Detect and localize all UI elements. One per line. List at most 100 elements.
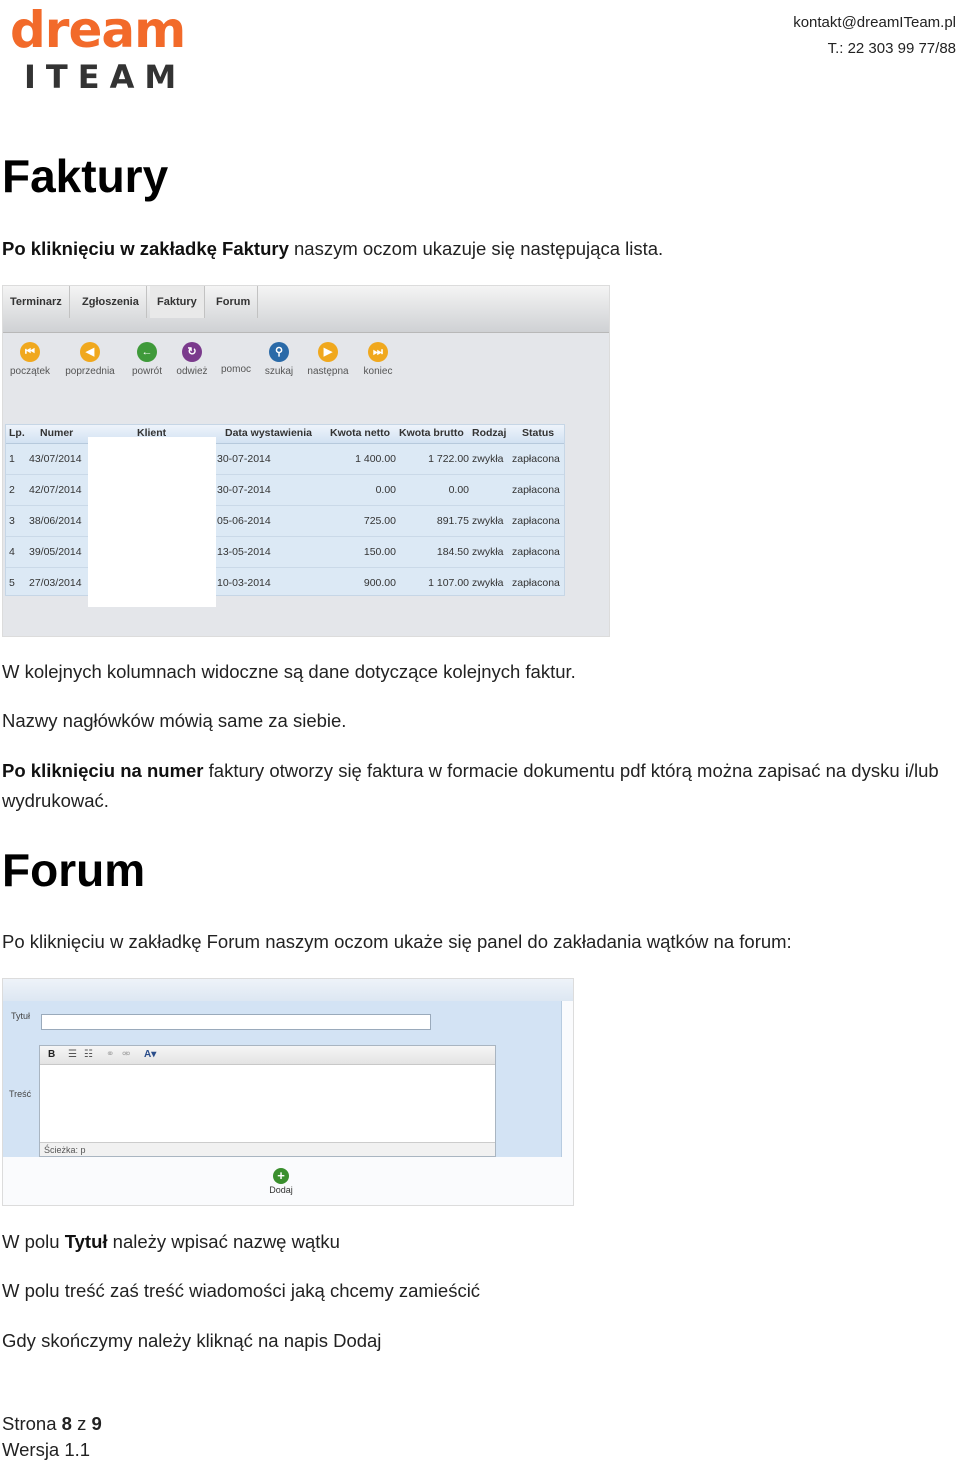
tab-forum[interactable]: Forum [209,286,259,318]
toolbar-first-button[interactable]: ⏮ początek [1,342,59,377]
cell-data: 13-05-2014 [217,546,271,558]
cell-netto: 1 400.00 [355,453,396,465]
cell-brutto: 0.00 [448,484,469,496]
cell-brutto: 1 107.00 [428,577,469,589]
tab-terminarz[interactable]: Terminarz [3,286,70,318]
redacted-client-column [88,437,216,607]
back-icon: ← [137,342,157,362]
cell-lp: 3 [9,515,15,527]
add-icon: + [273,1168,289,1184]
cell-status: zapłacona [512,577,560,589]
bullet-list-icon[interactable]: ☰ [68,1046,77,1064]
logo-dream: dream [10,1,186,59]
cell-status: zapłacona [512,484,560,496]
search-icon: ⚲ [269,342,289,362]
title-input[interactable] [41,1014,431,1030]
cell-brutto: 1 722.00 [428,453,469,465]
col-numer[interactable]: Numer [40,427,73,439]
tab-faktury[interactable]: Faktury [150,286,205,318]
cell-status: zapłacona [512,515,560,527]
cell-numer-link[interactable]: 27/03/2014 [29,577,82,589]
forum-l1: W polu Tytuł należy wpisać nazwę wątku [2,1227,954,1257]
unlink-icon[interactable]: ⚮ [122,1046,130,1064]
cell-rodzaj: zwykła [472,453,504,465]
cell-rodzaj: zwykła [472,546,504,558]
cell-lp: 5 [9,577,15,589]
toolbar-label: odwież [176,366,208,377]
page-prefix: Strona [2,1413,62,1434]
toolbar-label: poprzednia [65,366,115,377]
first-icon: ⏮ [20,342,40,362]
add-label: Dodaj [269,1185,293,1195]
editor-path: Ścieżka: p [40,1142,495,1156]
forum-intro: Po kliknięciu w zakładkę Forum naszym oc… [2,931,792,952]
col-netto[interactable]: Kwota netto [330,427,390,439]
tab-zgloszenia[interactable]: Zgłoszenia [75,286,147,318]
cell-data: 10-03-2014 [217,577,271,589]
add-button[interactable]: + Dodaj [265,1168,297,1195]
toolbar-label: koniec [363,366,393,377]
cell-numer-link[interactable]: 43/07/2014 [29,453,82,465]
forum-l1-post: należy wpisać nazwę wątku [107,1231,340,1252]
col-status[interactable]: Status [522,427,554,439]
cell-rodzaj: zwykła [472,577,504,589]
contact-block: kontakt@dreamITeam.pl T.: 22 303 99 77/8… [793,10,956,62]
toolbar-label: początek [9,366,51,377]
col-brutto[interactable]: Kwota brutto [399,427,464,439]
cell-numer-link[interactable]: 38/06/2014 [29,515,82,527]
content-label: Treść [9,1089,32,1099]
toolbar-prev-button[interactable]: ◀ poprzednia [61,342,119,377]
forum-l2: W polu treść zaś treść wiadomości jaką c… [2,1280,481,1301]
contact-email: kontakt@dreamITeam.pl [793,14,956,31]
prev-icon: ◀ [80,342,100,362]
contact-phone: T.: 22 303 99 77/88 [827,40,956,57]
toolbar-label: następna [307,366,349,377]
forum-topbar [3,979,573,1001]
col-data[interactable]: Data wystawienia [225,427,312,439]
cell-status: zapłacona [512,453,560,465]
forum-form: Tytuł Treść B ☰ ☷ ⚭ ⚮ A▾ Ścieżka: p [3,1001,562,1157]
faktury-p1: W kolejnych kolumnach widoczne są dane d… [2,661,576,682]
cell-data: 30-07-2014 [217,453,271,465]
title-label: Tytuł [11,1011,31,1021]
forum-l1-bold: Tytuł [64,1231,108,1252]
faktury-p3-bold: Po kliknięciu na numer [2,760,204,781]
content-editor[interactable]: B ☰ ☷ ⚭ ⚮ A▾ Ścieżka: p [39,1045,496,1157]
forum-l1-pre: W polu [2,1231,65,1252]
cell-numer-link[interactable]: 39/05/2014 [29,546,82,558]
heading-faktury: Faktury [2,150,169,202]
faktury-intro: Po kliknięciu w zakładkę Faktury naszym … [2,234,954,264]
cell-rodzaj: zwykła [472,515,504,527]
next-icon: ▶ [318,342,338,362]
cell-status: zapłacona [512,546,560,558]
cell-numer-link[interactable]: 42/07/2014 [29,484,82,496]
faktury-p2: Nazwy nagłówków mówią same za siebie. [2,710,347,731]
cell-data: 30-07-2014 [217,484,271,496]
numbered-list-icon[interactable]: ☷ [84,1046,93,1064]
forum-l3: Gdy skończymy należy kliknąć na napis Do… [2,1330,382,1351]
refresh-icon: ↻ [182,342,202,362]
faktury-intro-rest: naszym oczom ukazuje się następująca lis… [288,238,664,259]
cell-lp: 1 [9,453,15,465]
cell-netto: 900.00 [363,577,396,589]
cell-brutto: 891.75 [436,515,469,527]
logo-iteam: ITEAM [24,58,187,96]
bold-button[interactable]: B [48,1046,55,1064]
text-color-icon[interactable]: A▾ [144,1046,156,1064]
page-number: Strona 8 z 9 [2,1411,102,1437]
col-rodzaj[interactable]: Rodzaj [472,427,506,439]
invoice-table: Lp. Numer Klient Data wystawienia Kwota … [5,424,565,607]
toolbar-label: szukaj [264,366,294,377]
page-current: 8 [61,1413,72,1434]
cell-netto: 150.00 [363,546,396,558]
cell-brutto: 184.50 [436,546,469,558]
page-mid: z [71,1413,92,1434]
version: Wersja 1.1 [2,1439,91,1460]
toolbar-last-button[interactable]: ⏭ koniec [349,342,407,377]
page-total: 9 [91,1413,102,1434]
cell-netto: 0.00 [375,484,396,496]
col-lp[interactable]: Lp. [9,427,25,439]
cell-lp: 4 [9,546,15,558]
link-icon[interactable]: ⚭ [106,1046,114,1064]
faktury-p3: Po kliknięciu na numer faktury otworzy s… [2,756,954,816]
